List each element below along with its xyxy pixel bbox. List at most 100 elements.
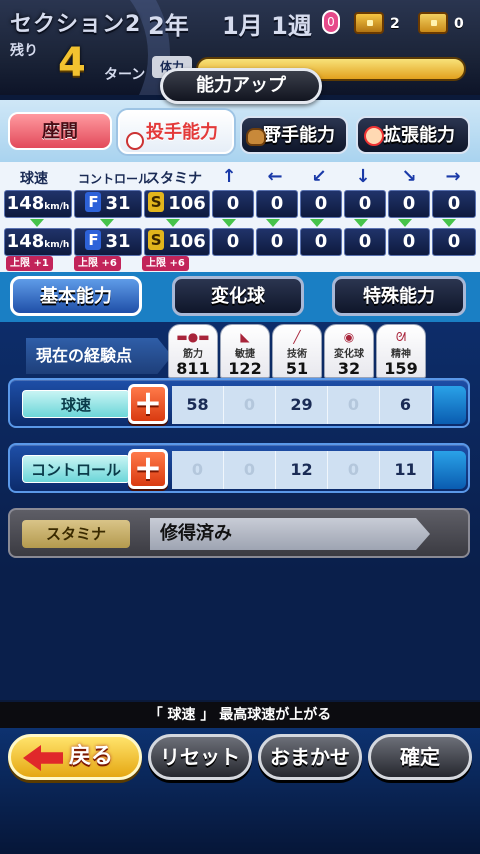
exp-card-agility: ◣ 敏捷 122 [220, 324, 270, 378]
stamina-rank: S [148, 230, 165, 250]
player-icon [364, 126, 384, 146]
stats-after-row: 148km/h F 31 S 106 0 0 0 0 0 0 [4, 228, 476, 256]
exp-name: 敏捷 [235, 349, 255, 360]
speed-unit: km/h [44, 202, 70, 212]
bat-icon: ╱ [293, 330, 301, 344]
empty-area [0, 570, 480, 700]
cost-spirit: 6 [380, 386, 432, 424]
experience-label: 現在の経験点 [26, 338, 172, 374]
stats-current-row: 148km/h F 31 S 106 0 0 0 0 0 0 [4, 190, 476, 218]
section-label: セクション2 [10, 12, 142, 37]
silver-chest-count: 0 [454, 16, 464, 32]
ball-icon: ◉ [343, 330, 355, 344]
arrow-down-right-icon: ↘ [401, 166, 417, 187]
down-triangle-icon [354, 219, 368, 227]
back-button-label: 戻る [69, 744, 114, 769]
exp-value: 811 [176, 359, 210, 378]
arrow-right-value: 0 [432, 190, 476, 218]
gold-chest-count: 2 [390, 16, 400, 32]
arrow-down-icon: ↓ [355, 166, 371, 187]
cost-spirit: 11 [380, 451, 432, 489]
arrow-right-after: 0 [432, 228, 476, 256]
arrow-up-value: 0 [212, 190, 254, 218]
control-after: F 31 [74, 228, 142, 256]
stamina-after: S 106 [144, 228, 210, 256]
control-after-value: 31 [105, 231, 131, 252]
arrow-down-left-icon: ↙ [311, 166, 327, 187]
mic-badge: 0 [322, 10, 340, 34]
row-cap [434, 386, 466, 424]
learned-status: 修得済み [150, 518, 430, 550]
back-arrow-icon [23, 745, 63, 771]
arrow-left-icon: ← [267, 166, 283, 187]
cost-technique: 29 [276, 386, 328, 424]
description-bar: 「 球速 」 最高球速が上がる [0, 702, 480, 728]
reset-button[interactable]: リセット [148, 734, 252, 780]
speed-limit-badge: 上限 +1 [6, 256, 53, 271]
skill-row-speed: 球速 + 58 0 29 0 6 [8, 378, 470, 428]
back-button[interactable]: 戻る [8, 734, 142, 780]
control-current-value: 31 [105, 193, 131, 214]
down-triangle-icon [100, 219, 114, 227]
page-title: 能力アップ [160, 68, 322, 104]
exp-card-breaking-ball: ◉ 変化球 32 [324, 324, 374, 378]
arrow-right-icon: → [445, 166, 461, 187]
stamina-limit-badge: 上限 +6 [142, 256, 189, 271]
exp-name: 変化球 [334, 349, 364, 360]
tab-basic-ability[interactable]: 基本能力 [10, 276, 142, 316]
plus-button-control[interactable]: + [128, 449, 168, 489]
arrow-left-value: 0 [256, 190, 298, 218]
arrow-down-left-value: 0 [300, 190, 342, 218]
arrow-down-after: 0 [344, 228, 386, 256]
arrow-down-value: 0 [344, 190, 386, 218]
tab-breaking-ball[interactable]: 変化球 [172, 276, 304, 316]
exp-card-spirit: ᘛ 精神 159 [376, 324, 426, 378]
exp-value: 122 [228, 359, 262, 378]
cost-breaking-ball: 0 [328, 451, 380, 489]
skill-row-control: コントロール + 0 0 12 0 11 [8, 443, 470, 493]
control-limit-badge: 上限 +6 [74, 256, 121, 271]
skill-label-control: コントロール [22, 455, 130, 483]
baseball-icon [126, 132, 144, 150]
shoe-icon: ◣ [240, 330, 250, 344]
arrow-left-after: 0 [256, 228, 298, 256]
speed-after-value: 148 [6, 231, 45, 252]
exp-name: 筋力 [183, 349, 203, 360]
year-label: 2年 [148, 12, 189, 40]
arrow-up-icon: ↑ [221, 166, 237, 187]
stamina-current-value: 106 [168, 193, 206, 214]
silver-chest-icon [418, 12, 448, 34]
exp-card-strength: ▬●▬ 筋力 811 [168, 324, 218, 378]
remain-label: 残り [10, 43, 38, 59]
skill-label-stamina: スタミナ [22, 520, 130, 548]
cost-technique: 12 [276, 451, 328, 489]
control-current: F 31 [74, 190, 142, 218]
row-cap [434, 451, 466, 489]
week-label: 1週 [271, 12, 312, 40]
down-triangle-icon [222, 219, 236, 227]
plus-button-speed[interactable]: + [128, 384, 168, 424]
confirm-button[interactable]: 確定 [368, 734, 472, 780]
exp-name: 精神 [391, 349, 411, 360]
auto-button[interactable]: おまかせ [258, 734, 362, 780]
tab-special-ability[interactable]: 特殊能力 [332, 276, 466, 316]
exp-name: 技術 [287, 349, 307, 360]
control-rank: F [85, 230, 102, 250]
arrow-up-after: 0 [212, 228, 254, 256]
tab-zama[interactable]: 座間 [8, 112, 112, 150]
down-triangle-icon [310, 219, 324, 227]
cost-strength: 0 [172, 451, 224, 489]
skill-row-stamina: スタミナ 修得済み [8, 508, 470, 558]
speed-after: 148km/h [4, 228, 72, 256]
stamina-rank: S [148, 192, 165, 212]
arrow-down-right-after: 0 [388, 228, 430, 256]
speed-current: 148km/h [4, 190, 72, 218]
header-control: コントロール [78, 172, 151, 186]
skill-label-speed: 球速 [22, 390, 130, 418]
down-triangle-icon [30, 219, 44, 227]
header-speed: 球速 [20, 171, 48, 187]
exp-value: 32 [337, 359, 361, 378]
dumbbell-icon: ▬●▬ [176, 330, 210, 344]
speed-unit: km/h [44, 240, 70, 250]
cost-agility: 0 [224, 451, 276, 489]
